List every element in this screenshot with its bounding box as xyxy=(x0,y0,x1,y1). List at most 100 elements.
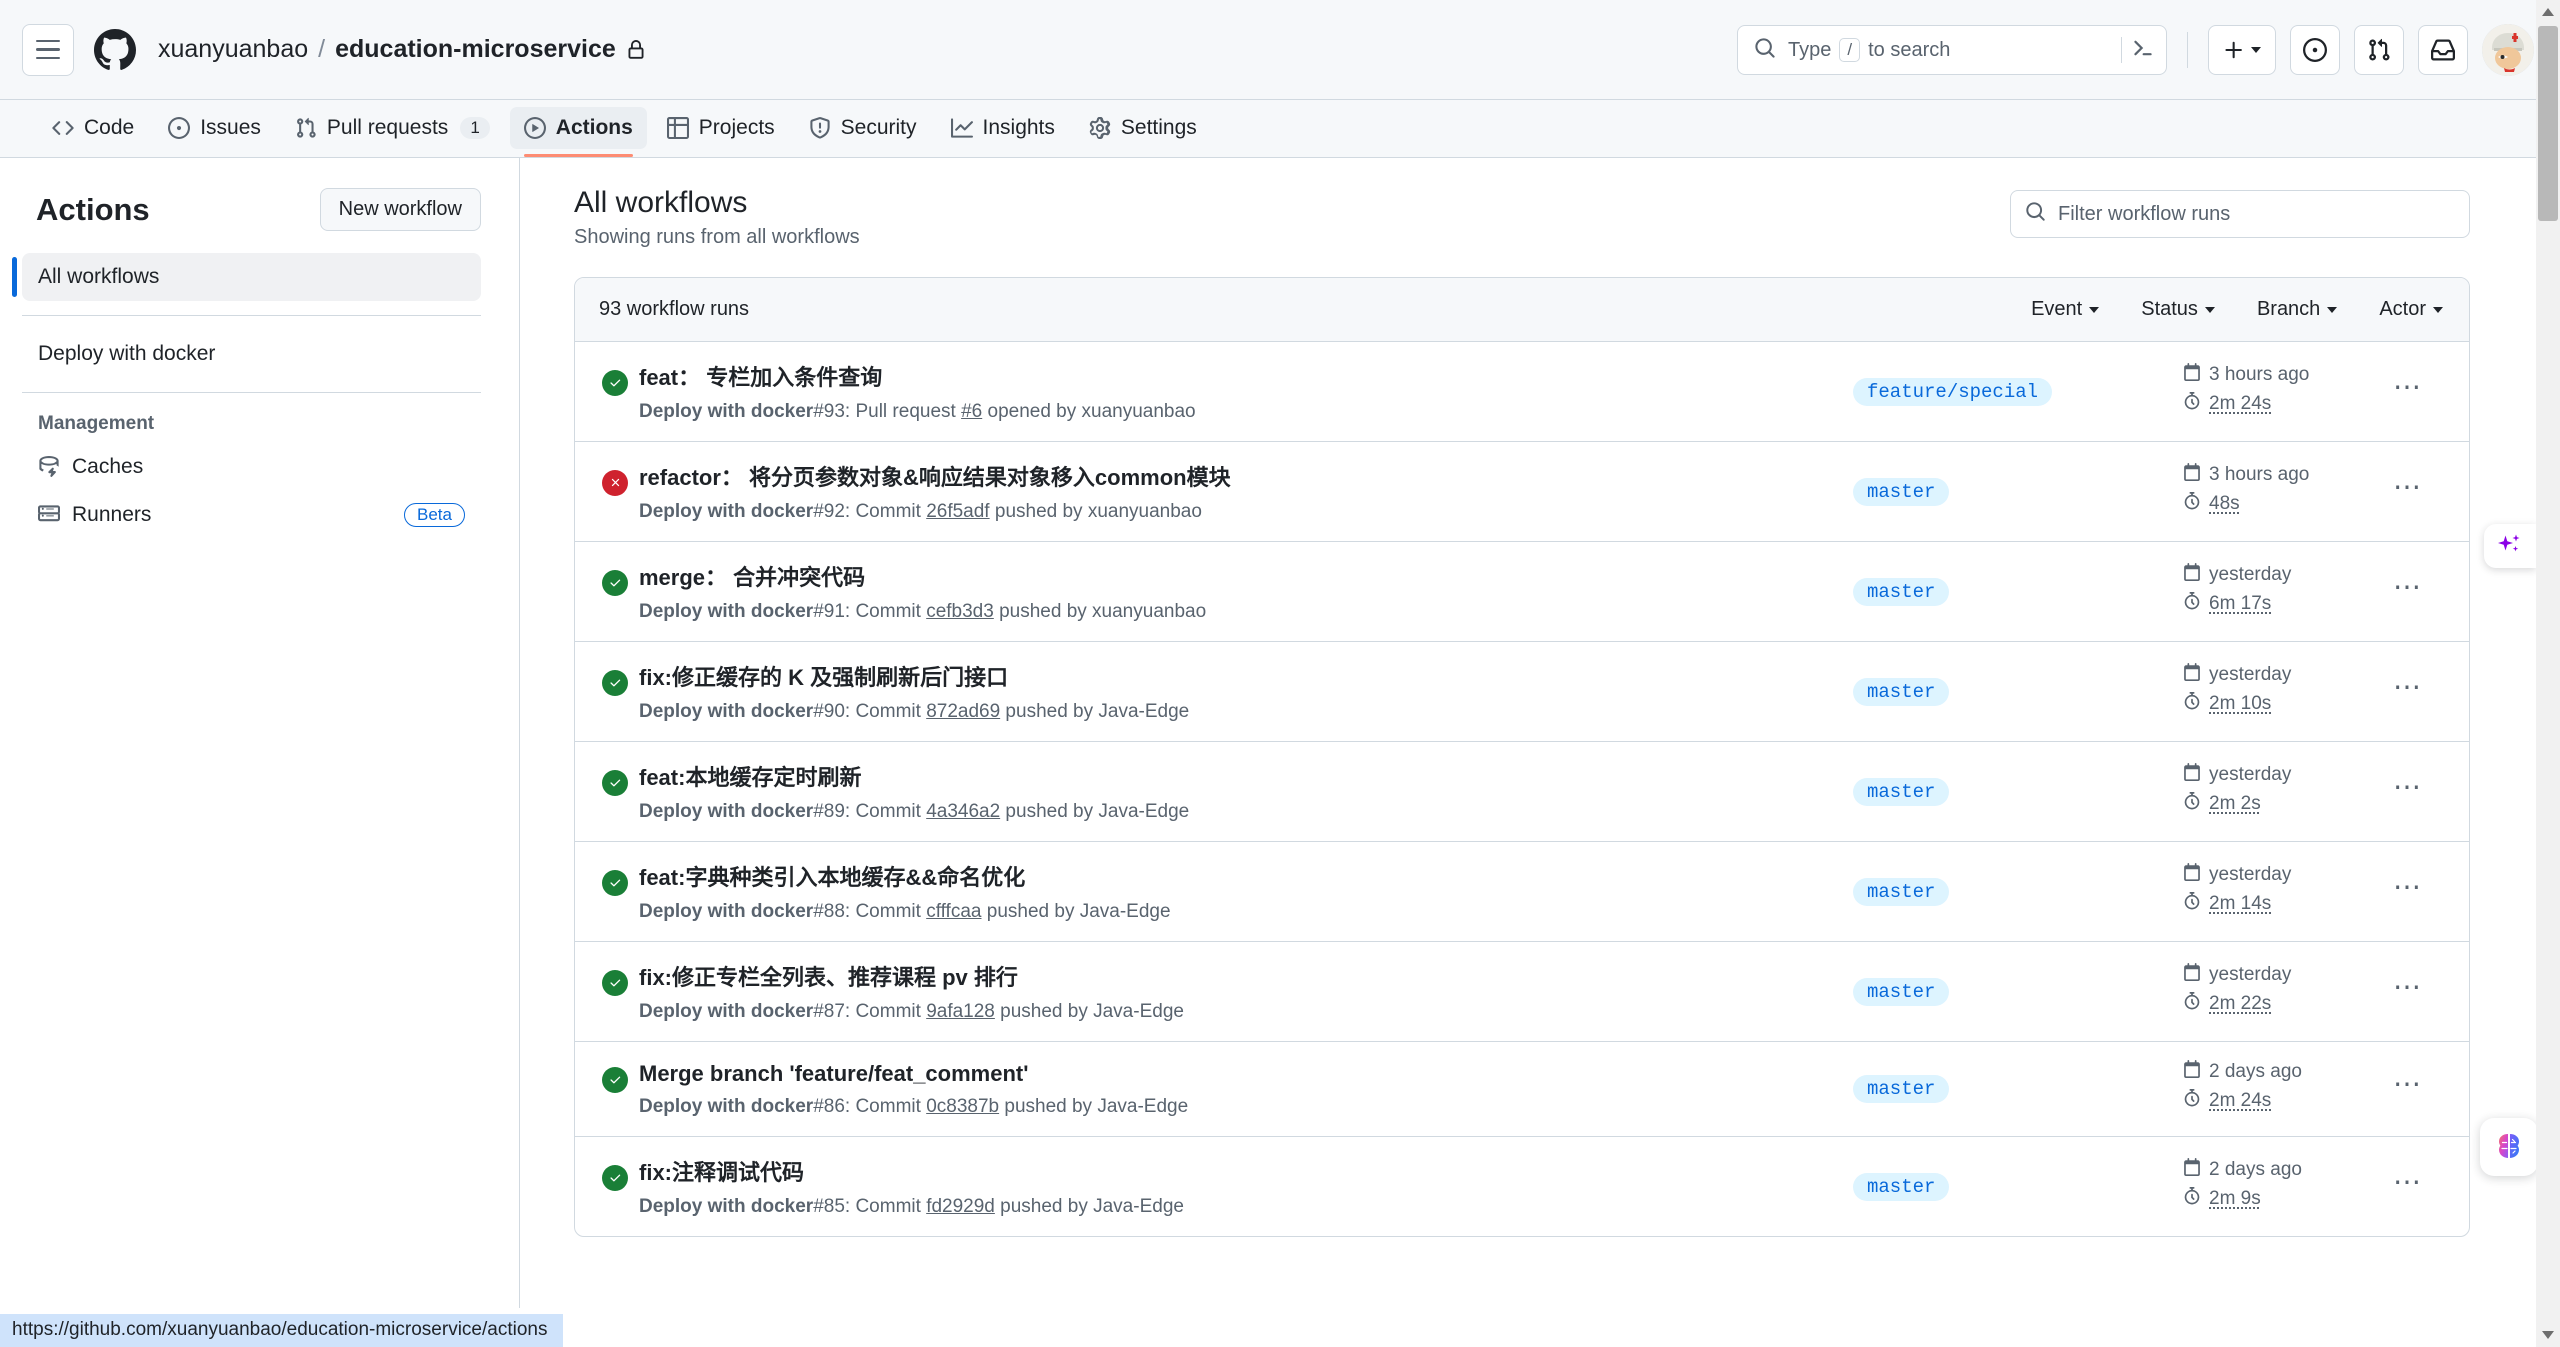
filter-label: Status xyxy=(2141,298,2198,320)
run-relative-time: yesterday xyxy=(2209,563,2292,585)
workflow-run-row[interactable]: refactor： 将分页参数对象&响应结果对象移入common模块 Deploy… xyxy=(575,442,2469,542)
sidebar-item-all-workflows[interactable]: All workflows xyxy=(12,253,481,301)
pull-requests-button[interactable] xyxy=(2354,25,2404,75)
header-divider xyxy=(2187,32,2188,68)
branch-pill[interactable]: master xyxy=(1853,477,1950,506)
run-options-button[interactable]: ⋯ xyxy=(2373,672,2443,702)
run-options-button[interactable]: ⋯ xyxy=(2373,972,2443,1002)
hamburger-icon[interactable] xyxy=(22,23,74,76)
filter-event-dropdown[interactable]: Event xyxy=(2031,298,2100,321)
run-title[interactable]: feat:本地缓存定时刷新 xyxy=(639,760,1853,792)
run-title[interactable]: fix:修正专栏全列表、推荐课程 pv 排行 xyxy=(639,960,1853,992)
github-logo-icon[interactable] xyxy=(94,28,136,71)
filter-label: Branch xyxy=(2256,298,2321,320)
search-input[interactable]: Type / to search xyxy=(1737,25,2167,75)
run-options-button[interactable]: ⋯ xyxy=(2373,572,2443,602)
filter-actor-dropdown[interactable]: Actor xyxy=(2379,298,2443,321)
sidebar-item-runners[interactable]: Runners Beta xyxy=(22,491,481,539)
workflow-run-row[interactable]: Merge branch 'feature/feat_comment' Deplo… xyxy=(575,1042,2469,1137)
run-meta-link[interactable]: fd2929d xyxy=(926,1196,995,1217)
filter-branch-dropdown[interactable]: Branch xyxy=(2256,298,2338,321)
run-meta-link[interactable]: 26f5adf xyxy=(926,501,989,522)
workflow-run-row[interactable]: fix:修正缓存的 K 及强制刷新后门接口 Deploy with docker#… xyxy=(575,642,2469,742)
notifications-inbox-button[interactable] xyxy=(2418,25,2468,75)
workflow-run-row[interactable]: feat:本地缓存定时刷新 Deploy with docker#89: Comm… xyxy=(575,742,2469,842)
run-meta-link[interactable]: cefb3d3 xyxy=(926,601,994,622)
repo-tab-issues[interactable]: Issues xyxy=(154,107,275,149)
new-workflow-button[interactable]: New workflow xyxy=(319,188,481,231)
copilot-sparkle-icon[interactable] xyxy=(2484,524,2536,568)
scrollbar-thumb[interactable] xyxy=(2538,26,2558,221)
run-options-button[interactable]: ⋯ xyxy=(2373,1167,2443,1197)
branch-pill[interactable]: master xyxy=(1853,577,1950,606)
repo-tab-security[interactable]: Security xyxy=(795,107,931,149)
branch-pill[interactable]: master xyxy=(1853,777,1950,806)
branch-pill[interactable]: master xyxy=(1853,1172,1950,1201)
page-scrollbar[interactable] xyxy=(2536,0,2560,1347)
run-meta-link[interactable]: cfffcaa xyxy=(926,901,981,922)
workflow-run-row[interactable]: feat： 专栏加入条件查询 Deploy with docker#93: Pul… xyxy=(575,342,2469,442)
repo-tab-insights[interactable]: Insights xyxy=(937,107,1069,149)
branch-pill[interactable]: master xyxy=(1853,1075,1950,1103)
branch-pill[interactable]: master xyxy=(1853,877,1950,906)
create-new-button[interactable] xyxy=(2208,25,2276,75)
check-circle-icon xyxy=(602,369,628,396)
run-meta-link[interactable]: 9afa128 xyxy=(926,1001,995,1022)
run-workflow-name[interactable]: Deploy with docker xyxy=(639,801,813,822)
sidebar-item-caches[interactable]: Caches xyxy=(22,443,481,491)
repo-tab-settings[interactable]: Settings xyxy=(1075,107,1211,149)
repo-tab-label: Security xyxy=(840,116,917,139)
run-meta-link[interactable]: 0c8387b xyxy=(926,1096,999,1117)
run-options-button[interactable]: ⋯ xyxy=(2373,872,2443,902)
repo-tab-code[interactable]: Code xyxy=(38,107,148,149)
workflow-run-row[interactable]: feat:字典种类引入本地缓存&&命名优化 Deploy with docker#… xyxy=(575,842,2469,942)
run-workflow-name[interactable]: Deploy with docker xyxy=(639,701,813,722)
run-workflow-name[interactable]: Deploy with docker xyxy=(639,601,813,622)
scrollbar-up-arrow[interactable] xyxy=(2536,0,2560,24)
filter-workflow-runs-input[interactable]: Filter workflow runs xyxy=(2010,190,2470,238)
branch-pill[interactable]: feature/special xyxy=(1853,377,2053,406)
run-title[interactable]: merge： 合并冲突代码 xyxy=(639,560,1853,592)
run-workflow-name[interactable]: Deploy with docker xyxy=(639,1096,813,1117)
workflow-run-row[interactable]: fix:修正专栏全列表、推荐课程 pv 排行 Deploy with docker… xyxy=(575,942,2469,1042)
run-options-button[interactable]: ⋯ xyxy=(2373,372,2443,402)
workflow-runs-count: 93 workflow runs xyxy=(599,298,750,320)
run-title[interactable]: fix:注释调试代码 xyxy=(639,1155,1853,1187)
avatar[interactable] xyxy=(2482,24,2534,76)
run-workflow-name[interactable]: Deploy with docker xyxy=(639,901,813,922)
play-circle-icon xyxy=(523,117,546,139)
run-options-button[interactable]: ⋯ xyxy=(2373,772,2443,802)
cache-icon xyxy=(38,456,60,478)
run-workflow-name[interactable]: Deploy with docker xyxy=(639,1196,813,1217)
run-workflow-name[interactable]: Deploy with docker xyxy=(639,401,813,422)
run-meta-link[interactable]: 872ad69 xyxy=(926,701,1000,722)
run-workflow-name[interactable]: Deploy with docker xyxy=(639,1001,813,1022)
breadcrumb-repo[interactable]: education-microservice xyxy=(335,35,616,64)
repo-tab-actions[interactable]: Actions xyxy=(509,107,647,157)
breadcrumb-owner[interactable]: xuanyuanbao xyxy=(158,35,308,64)
run-options-button[interactable]: ⋯ xyxy=(2373,472,2443,502)
branch-pill[interactable]: master xyxy=(1853,977,1950,1006)
run-title[interactable]: feat： 专栏加入条件查询 xyxy=(639,360,1853,392)
run-title[interactable]: feat:字典种类引入本地缓存&&命名优化 xyxy=(639,860,1853,892)
run-title[interactable]: refactor： 将分页参数对象&响应结果对象移入common模块 xyxy=(639,460,1853,492)
filter-status-dropdown[interactable]: Status xyxy=(2141,298,2215,321)
run-options-button[interactable]: ⋯ xyxy=(2373,1070,2443,1099)
run-meta-link[interactable]: #6 xyxy=(961,401,982,422)
workflow-run-row[interactable]: merge： 合并冲突代码 Deploy with docker#91: Comm… xyxy=(575,542,2469,642)
run-title[interactable]: Merge branch 'feature/feat_comment' xyxy=(639,1061,1853,1087)
branch-pill[interactable]: master xyxy=(1853,677,1950,706)
workflow-run-row[interactable]: fix:注释调试代码 Deploy with docker#85: Commit … xyxy=(575,1137,2469,1236)
issues-button[interactable] xyxy=(2290,25,2340,75)
ai-brain-icon[interactable] xyxy=(2480,1118,2538,1176)
repo-tab-pull-requests[interactable]: Pull requests 1 xyxy=(281,107,504,149)
run-number: #92 xyxy=(813,501,845,522)
run-duration-row: 2m 14s xyxy=(2183,891,2373,916)
command-palette-icon[interactable] xyxy=(2132,37,2154,64)
repo-tab-projects[interactable]: Projects xyxy=(653,107,789,149)
run-meta-link[interactable]: 4a346a2 xyxy=(926,801,1000,822)
scrollbar-down-arrow[interactable] xyxy=(2536,1323,2560,1347)
run-workflow-name[interactable]: Deploy with docker xyxy=(639,501,813,522)
run-title[interactable]: fix:修正缓存的 K 及强制刷新后门接口 xyxy=(639,660,1853,692)
sidebar-item-deploy-with-docker[interactable]: Deploy with docker xyxy=(22,330,481,378)
